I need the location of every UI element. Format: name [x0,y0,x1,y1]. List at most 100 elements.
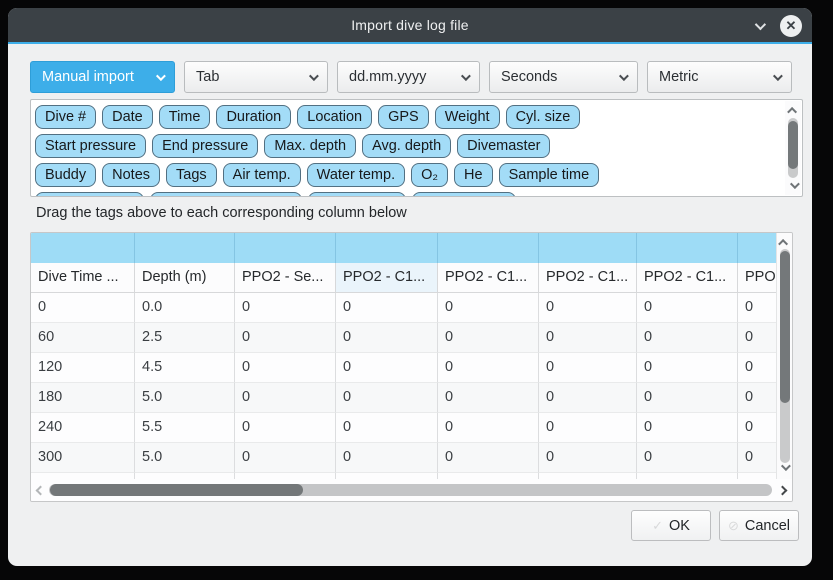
scrollbar-track[interactable] [780,249,790,463]
date-format-select[interactable]: dd.mm.yyyy [337,61,480,93]
table-cell: 0 [539,293,637,323]
table-cell: 0 [336,413,438,443]
table-cell: 0 [235,443,336,473]
table-cell: 0 [438,443,539,473]
tag-dive[interactable]: Dive # [35,105,96,129]
scroll-down-icon[interactable] [781,461,791,471]
scrollbar-track[interactable] [49,484,772,496]
scroll-up-icon[interactable] [778,239,788,249]
drop-target-cell-7[interactable] [738,233,776,263]
date-format-select-value: dd.mm.yyyy [349,69,449,85]
tag-start-pressure[interactable]: Start pressure [35,134,146,158]
table-cell: 0 [637,443,738,473]
tag-avg-depth[interactable]: Avg. depth [362,134,451,158]
table-cell: 0 [336,353,438,383]
ok-button[interactable]: ✓ OK [631,510,711,541]
table-cell: 120 [31,353,135,383]
table-cell: 240 [31,413,135,443]
close-button[interactable]: ✕ [780,15,802,37]
duration-format-select[interactable]: Seconds [489,61,638,93]
table-row: 00.0000000 [31,293,776,323]
units-select-value: Metric [659,69,761,85]
field-separator-select-value: Tab [196,69,297,85]
tag-tags[interactable]: Tags [166,163,217,187]
table-cell: 0 [637,323,738,353]
table-cell: 0 [738,353,776,383]
tag-date[interactable]: Date [102,105,153,129]
tag-end-pressure[interactable]: End pressure [152,134,258,158]
checkmark-icon: ✓ [652,518,663,534]
import-mode-select-value: Manual import [42,69,144,85]
tag-pool-scrollbar[interactable] [785,101,801,195]
table-cell: 5.0 [135,443,235,473]
drop-target-cell-6[interactable] [637,233,738,263]
tag-row: Sample depth Sample temperature Sample pO₂… [35,192,782,197]
tag-divemaster[interactable]: Divemaster [457,134,550,158]
dialog-body: Manual importTabdd.mm.yyyySecondsMetric … [8,44,812,541]
units-select[interactable]: Metric [647,61,792,93]
drop-target-cell-5[interactable] [539,233,637,263]
tag-notes[interactable]: Notes [102,163,160,187]
table-columns: Dive Time ...Depth (m)PPO2 - Se...PPO2 -… [31,233,776,479]
titlebar[interactable]: Import dive log file ✕ [8,8,812,44]
desktop-background: Import dive log file ✕ Manual import Tab d… [0,0,833,580]
scroll-left-icon[interactable] [36,485,46,495]
cancel-button[interactable]: ⊘ Cancel [719,510,799,541]
shade-button[interactable] [752,22,766,30]
scrollbar-track[interactable] [788,118,798,178]
drop-target-cell-2[interactable] [235,233,336,263]
tag-o[interactable]: O₂ [411,163,448,187]
duration-format-select-value: Seconds [501,69,607,85]
cancel-button-label: Cancel [745,518,790,534]
tag-sample-po[interactable]: Sample pO₂ [308,192,406,197]
table-cell: 4.5 [135,353,235,383]
tag-sample-temperature[interactable]: Sample temperature [150,192,301,197]
tag-duration[interactable]: Duration [216,105,291,129]
tag-gps[interactable]: GPS [378,105,429,129]
table-row: 3005.0000000 [31,443,776,473]
scrollbar-thumb[interactable] [50,484,303,496]
table-horizontal-scrollbar[interactable] [31,479,792,501]
tag-buddy[interactable]: Buddy [35,163,96,187]
table-vertical-scrollbar[interactable] [776,233,792,479]
tag-air-temp[interactable]: Air temp. [223,163,301,187]
table-cell: 0 [438,353,539,383]
drop-target-cell-1[interactable] [135,233,235,263]
tag-sample-cns[interactable]: Sample CNS [412,192,516,197]
tag-weight[interactable]: Weight [435,105,500,129]
tag-sample-depth[interactable]: Sample depth [35,192,144,197]
table-cell: 0 [738,443,776,473]
drop-target-cell-4[interactable] [438,233,539,263]
table-cell: 0 [539,323,637,353]
tag-location[interactable]: Location [297,105,372,129]
table-cell: 180 [31,383,135,413]
import-mode-select[interactable]: Manual import [30,61,175,93]
table-cell: 0 [438,413,539,443]
drop-target-cell-0[interactable] [31,233,135,263]
drop-target-row [31,233,776,263]
drop-target-cell-3[interactable] [336,233,438,263]
chevron-down-icon [755,19,766,30]
table-header-row: Dive Time ...Depth (m)PPO2 - Se...PPO2 -… [31,263,776,293]
scroll-right-icon[interactable] [778,485,788,495]
field-separator-select[interactable]: Tab [184,61,328,93]
tag-water-temp[interactable]: Water temp. [307,163,405,187]
tag-max-depth[interactable]: Max. depth [264,134,356,158]
scroll-down-icon[interactable] [789,179,799,189]
scrollbar-thumb[interactable] [788,121,798,169]
tag-sample-time[interactable]: Sample time [499,163,600,187]
table-cell: 0 [738,413,776,443]
scrollbar-thumb[interactable] [780,251,790,403]
tag-row: Start pressureEnd pressureMax. depthAvg.… [35,134,782,158]
column-header: PPO2 - C1... [438,263,539,293]
tag-he[interactable]: He [454,163,493,187]
tag-time[interactable]: Time [159,105,211,129]
table-cell: 0.0 [135,293,235,323]
import-dive-log-dialog: Import dive log file ✕ Manual import Tab d… [8,8,812,566]
table-cell: 0 [539,443,637,473]
table-cell: 0 [235,323,336,353]
tag-cyl-size[interactable]: Cyl. size [506,105,581,129]
dialog-buttons: ✓ OK ⊘ Cancel [30,510,799,541]
instruction-label: Drag the tags above to each correspondin… [36,205,812,221]
scroll-up-icon[interactable] [787,107,797,117]
